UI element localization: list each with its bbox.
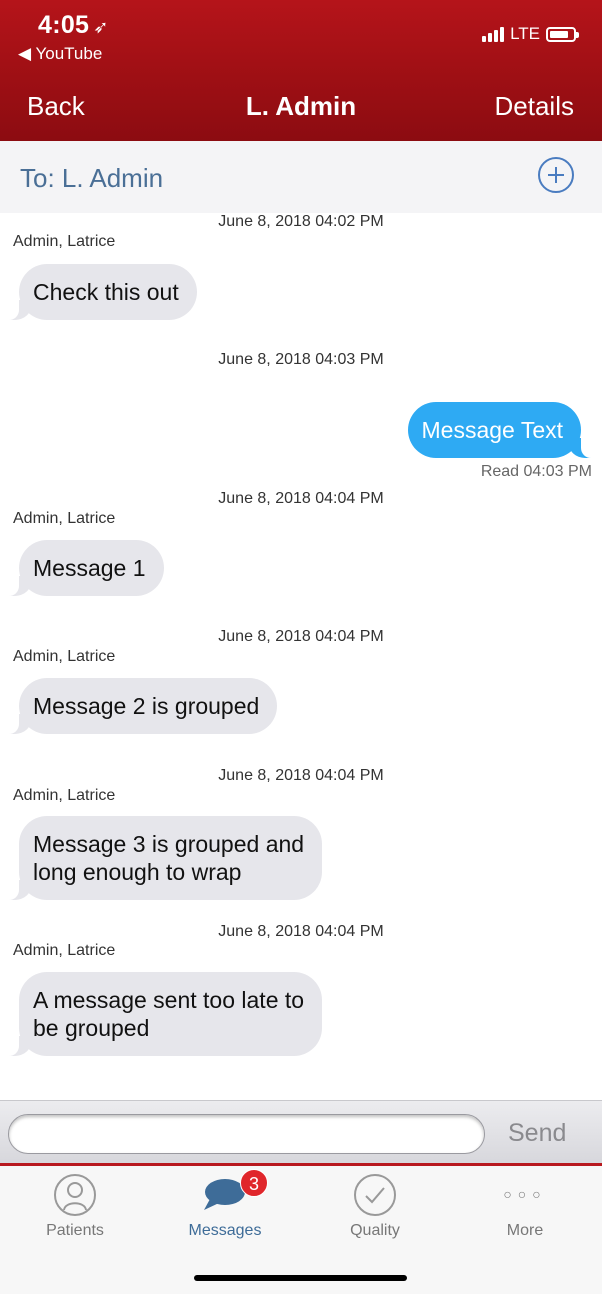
message-text-line: be grouped bbox=[33, 1015, 150, 1041]
message-text: Check this out bbox=[33, 279, 179, 305]
message-timestamp: June 8, 2018 04:04 PM bbox=[218, 628, 384, 645]
incoming-message-bubble[interactable]: Message 3 is grouped and long enough to … bbox=[4, 816, 323, 900]
compose-bar: Send bbox=[0, 1100, 602, 1164]
message-thread[interactable]: June 8, 2018 04:02 PM Admin, Latrice Che… bbox=[0, 213, 602, 1100]
message-input[interactable] bbox=[8, 1114, 485, 1154]
signal-strength-icon bbox=[482, 26, 505, 42]
details-button[interactable]: Details bbox=[495, 91, 574, 122]
tab-quality[interactable]: Quality bbox=[300, 1166, 450, 1250]
person-icon bbox=[54, 1174, 96, 1216]
back-to-app-link[interactable]: ◀ YouTube bbox=[18, 44, 102, 64]
tab-label: Messages bbox=[188, 1222, 262, 1239]
message-timestamp: June 8, 2018 04:04 PM bbox=[218, 923, 384, 940]
home-indicator[interactable] bbox=[194, 1275, 407, 1281]
incoming-message-bubble[interactable]: Message 2 is grouped bbox=[4, 678, 278, 734]
message-sender: Admin, Latrice bbox=[13, 942, 116, 959]
checkmark-icon bbox=[354, 1174, 396, 1216]
network-type: LTE bbox=[510, 24, 540, 43]
recipient-field[interactable]: To: L. Admin bbox=[20, 163, 163, 194]
send-button[interactable]: Send bbox=[508, 1119, 566, 1148]
message-timestamp: June 8, 2018 04:04 PM bbox=[218, 490, 384, 507]
status-indicators: LTE bbox=[482, 24, 579, 44]
message-sender: Admin, Latrice bbox=[13, 510, 116, 527]
battery-icon bbox=[546, 26, 579, 42]
add-recipient-plus-icon[interactable] bbox=[538, 157, 574, 193]
tab-patients[interactable]: Patients bbox=[0, 1166, 150, 1250]
message-timestamp: June 8, 2018 04:03 PM bbox=[218, 351, 384, 368]
message-text: Message 2 is grouped bbox=[33, 693, 260, 719]
unread-badge: 3 bbox=[240, 1169, 268, 1197]
incoming-message-bubble[interactable]: Check this out bbox=[5, 264, 197, 320]
tab-label: Quality bbox=[350, 1222, 400, 1239]
incoming-message-bubble[interactable]: A message sent too late to be grouped bbox=[4, 972, 323, 1056]
message-sender: Admin, Latrice bbox=[13, 648, 116, 665]
tab-more[interactable]: ○○○ More bbox=[450, 1166, 600, 1250]
message-timestamp: June 8, 2018 04:02 PM bbox=[218, 213, 384, 230]
status-time-text: 4:05 bbox=[38, 11, 90, 39]
message-timestamp: June 8, 2018 04:04 PM bbox=[218, 767, 384, 784]
app-header: 4:05 ➶ ◀ YouTube LTE Back L. Admin Detail… bbox=[0, 0, 602, 141]
message-sender: Admin, Latrice bbox=[13, 233, 116, 250]
tab-label: Patients bbox=[46, 1222, 104, 1239]
message-text-line: A message sent too late to bbox=[33, 987, 305, 1013]
message-sender: Admin, Latrice bbox=[13, 787, 116, 804]
tab-label: More bbox=[506, 1222, 544, 1239]
message-text-line: long enough to wrap bbox=[33, 859, 242, 885]
read-receipt: Read 04:03 PM bbox=[480, 463, 592, 480]
tab-messages[interactable]: 3 Messages bbox=[150, 1166, 300, 1250]
message-text: Message 1 bbox=[33, 555, 146, 581]
outgoing-message-bubble[interactable]: Message Text bbox=[407, 402, 596, 458]
recipient-bar: To: L. Admin bbox=[0, 141, 602, 213]
incoming-message-bubble[interactable]: Message 1 bbox=[5, 540, 164, 596]
location-arrow-icon: ➶ bbox=[93, 17, 109, 37]
message-text-line: Message 3 is grouped and bbox=[33, 831, 305, 857]
more-dots-icon: ○○○ bbox=[503, 1186, 547, 1202]
status-time: 4:05 ➶ bbox=[38, 11, 109, 40]
message-text: Message Text bbox=[421, 417, 563, 443]
back-button[interactable]: Back bbox=[27, 91, 85, 122]
